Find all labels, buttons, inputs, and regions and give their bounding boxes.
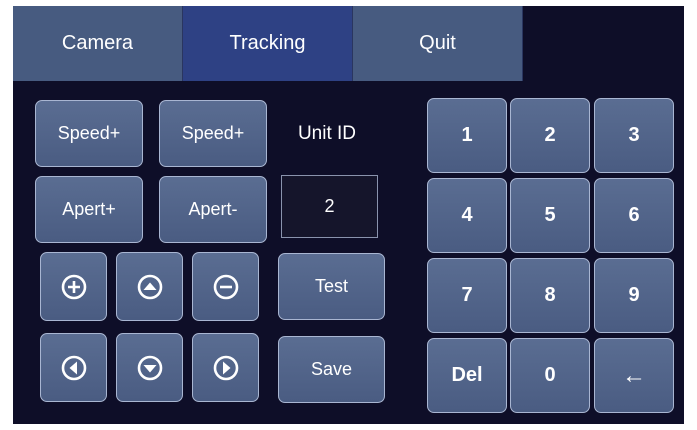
- keypad-4[interactable]: 4: [427, 178, 507, 253]
- arrow-right-icon: [213, 355, 238, 380]
- move-left-button[interactable]: [40, 333, 107, 402]
- keypad-2[interactable]: 2: [510, 98, 590, 173]
- arrow-left-icon: [61, 355, 86, 380]
- aperture-plus-button[interactable]: Apert+: [35, 176, 143, 243]
- unit-id-label: Unit ID: [297, 122, 357, 144]
- tracking-screen: Camera Tracking Quit Speed+ Speed+ Unit …: [13, 6, 684, 424]
- zoom-in-button[interactable]: [40, 252, 107, 321]
- move-right-button[interactable]: [192, 333, 259, 402]
- keypad-1[interactable]: 1: [427, 98, 507, 173]
- tab-camera[interactable]: Camera: [13, 6, 183, 81]
- move-up-button[interactable]: [116, 252, 183, 321]
- keypad-delete[interactable]: Del: [427, 338, 507, 413]
- test-button[interactable]: Test: [278, 253, 385, 320]
- keypad-9[interactable]: 9: [594, 258, 674, 333]
- zoom-out-icon: [213, 274, 238, 299]
- aperture-minus-button[interactable]: Apert-: [159, 176, 267, 243]
- zoom-in-icon: [61, 274, 86, 299]
- arrow-down-icon: [137, 355, 162, 380]
- arrow-up-icon: [137, 274, 162, 299]
- unit-id-field[interactable]: 2: [281, 175, 378, 238]
- keypad-8[interactable]: 8: [510, 258, 590, 333]
- zoom-out-button[interactable]: [192, 252, 259, 321]
- move-down-button[interactable]: [116, 333, 183, 402]
- tab-quit[interactable]: Quit: [353, 6, 523, 81]
- keypad-backspace[interactable]: ←: [594, 338, 674, 413]
- speed-plus-button[interactable]: Speed+: [35, 100, 143, 167]
- keypad-5[interactable]: 5: [510, 178, 590, 253]
- keypad-7[interactable]: 7: [427, 258, 507, 333]
- speed-plus-button-2[interactable]: Speed+: [159, 100, 267, 167]
- keypad-3[interactable]: 3: [594, 98, 674, 173]
- save-button[interactable]: Save: [278, 336, 385, 403]
- tab-tracking[interactable]: Tracking: [183, 6, 353, 81]
- keypad-0[interactable]: 0: [510, 338, 590, 413]
- keypad-6[interactable]: 6: [594, 178, 674, 253]
